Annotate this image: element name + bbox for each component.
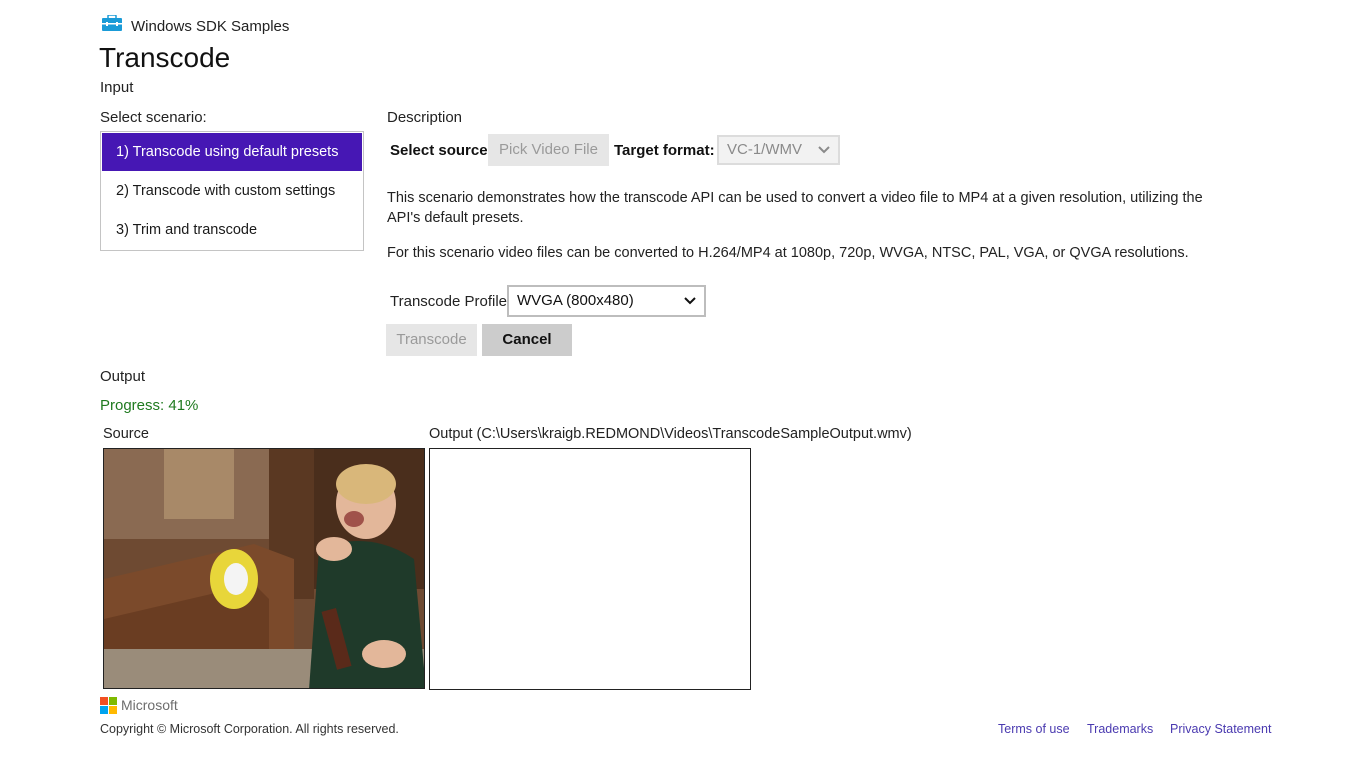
page-title: Transcode — [99, 42, 231, 73]
sdk-toolbox-icon — [102, 14, 122, 31]
transcode-profile-select[interactable]: WVGA (800x480) — [507, 285, 706, 317]
chevron-down-icon — [684, 287, 696, 315]
microsoft-logo-icon — [100, 697, 118, 715]
target-format-value: VC-1/WMV — [727, 141, 802, 158]
source-video-frame — [104, 449, 424, 688]
pick-video-file-button[interactable]: Pick Video File — [488, 134, 609, 166]
scenario-item-default-presets[interactable]: 1) Transcode using default presets — [102, 133, 362, 171]
target-format-select[interactable]: VC-1/WMV — [717, 135, 840, 165]
scenario-label: Select scenario: — [100, 109, 207, 126]
description-paragraph-2: For this scenario video files can be con… — [387, 245, 1189, 261]
terms-of-use-link[interactable]: Terms of use — [998, 722, 1070, 736]
privacy-statement-link[interactable]: Privacy Statement — [1170, 722, 1271, 736]
select-source-label: Select source: — [390, 142, 493, 159]
source-video-player[interactable] — [103, 448, 425, 689]
copyright-text: Copyright © Microsoft Corporation. All r… — [100, 722, 399, 736]
target-format-label: Target format: — [614, 142, 715, 159]
chevron-down-icon — [818, 137, 830, 163]
cancel-button[interactable]: Cancel — [482, 324, 572, 356]
output-video-player[interactable] — [429, 448, 751, 690]
microsoft-brand: Microsoft — [121, 697, 178, 713]
transcode-profile-value: WVGA (800x480) — [517, 292, 634, 309]
input-heading: Input — [100, 79, 134, 96]
description-heading: Description — [387, 109, 463, 126]
transcode-profile-label: Transcode Profile — [390, 293, 507, 310]
output-video-label: Output (C:\Users\kraigb.REDMOND\Videos\T… — [429, 426, 912, 442]
scenario-item-custom-settings[interactable]: 2) Transcode with custom settings — [102, 172, 362, 210]
progress-text: Progress: 41% — [100, 397, 199, 414]
output-heading: Output — [100, 368, 146, 385]
scenario-item-trim-transcode[interactable]: 3) Trim and transcode — [102, 211, 362, 249]
transcode-button[interactable]: Transcode — [386, 324, 477, 356]
description-paragraph-1: This scenario demonstrates how the trans… — [387, 190, 1203, 226]
source-video-label: Source — [103, 426, 149, 442]
app-name: Windows SDK Samples — [131, 18, 290, 35]
scenario-list[interactable]: 1) Transcode using default presets 2) Tr… — [100, 131, 364, 251]
trademarks-link[interactable]: Trademarks — [1087, 722, 1153, 736]
